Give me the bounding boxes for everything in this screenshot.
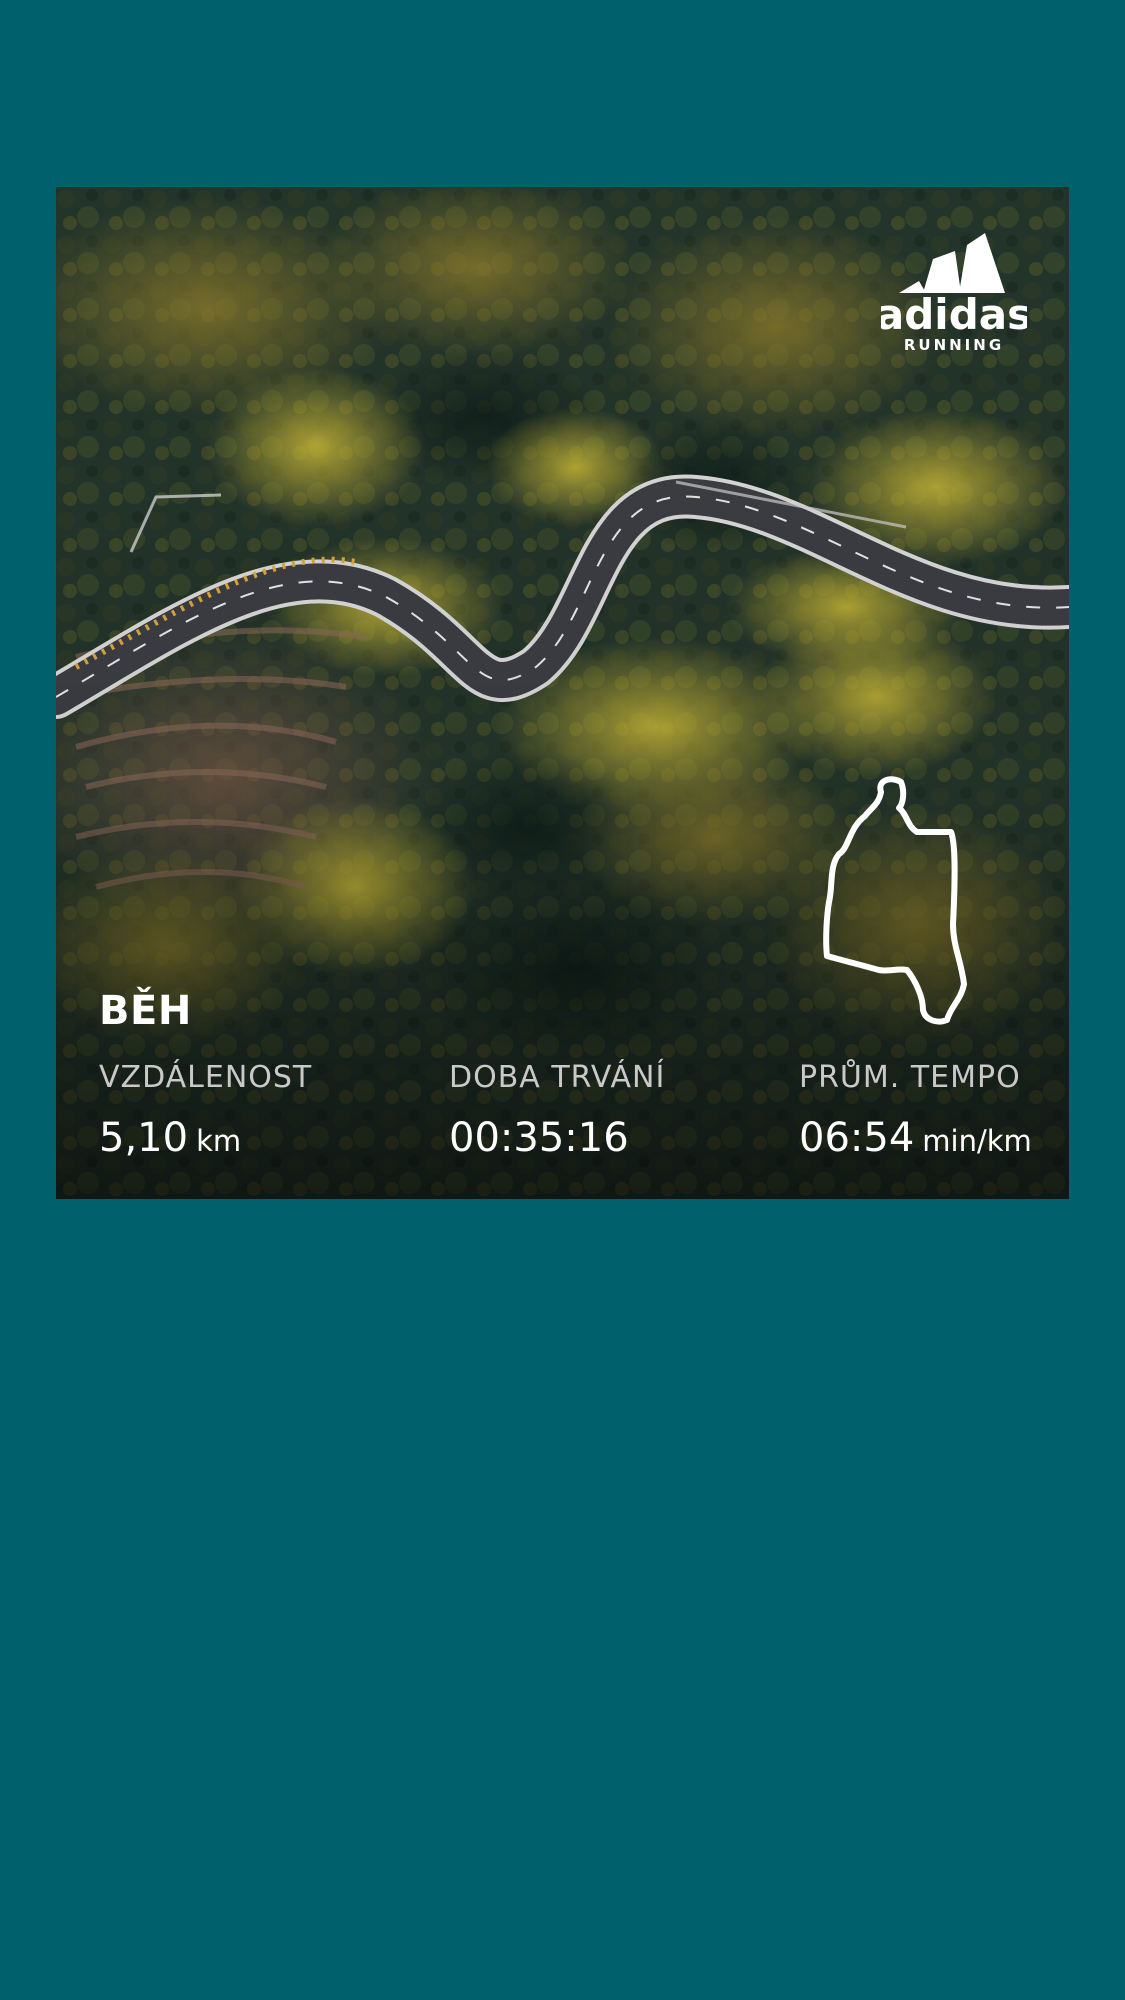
route-outline-icon bbox=[823, 776, 967, 1025]
stat-number: 00:35:16 bbox=[449, 1115, 629, 1161]
activity-share-card: adidas RUNNING BĚH VZDÁLENOST 5,10 km DOB… bbox=[56, 187, 1069, 1199]
activity-type-title: BĚH bbox=[99, 988, 192, 1034]
stat-value: 5,10 km bbox=[99, 1116, 312, 1168]
stat-pace: PRŮM. TEMPO 06:54 min/km bbox=[799, 1060, 1032, 1168]
logo-wordmark: adidas bbox=[881, 290, 1027, 339]
stat-value: 06:54 min/km bbox=[799, 1116, 1032, 1168]
stat-distance: VZDÁLENOST 5,10 km bbox=[99, 1060, 312, 1168]
stat-unit: km bbox=[196, 1124, 242, 1158]
stat-value: 00:35:16 bbox=[449, 1116, 665, 1168]
stat-label: VZDÁLENOST bbox=[99, 1060, 313, 1095]
share-screen: adidas RUNNING BĚH VZDÁLENOST 5,10 km DOB… bbox=[0, 0, 1125, 2000]
logo-subtext: RUNNING bbox=[904, 336, 1004, 353]
stat-number: 5,10 bbox=[99, 1115, 189, 1161]
stat-unit: min/km bbox=[922, 1124, 1032, 1158]
stat-label: PRŮM. TEMPO bbox=[799, 1060, 1021, 1095]
stat-duration: DOBA TRVÁNÍ 00:35:16 bbox=[449, 1060, 665, 1168]
stat-label: DOBA TRVÁNÍ bbox=[449, 1060, 666, 1095]
stat-number: 06:54 bbox=[799, 1115, 915, 1161]
adidas-three-stripes-icon bbox=[899, 233, 1005, 293]
adidas-running-logo: adidas RUNNING bbox=[881, 229, 1027, 353]
